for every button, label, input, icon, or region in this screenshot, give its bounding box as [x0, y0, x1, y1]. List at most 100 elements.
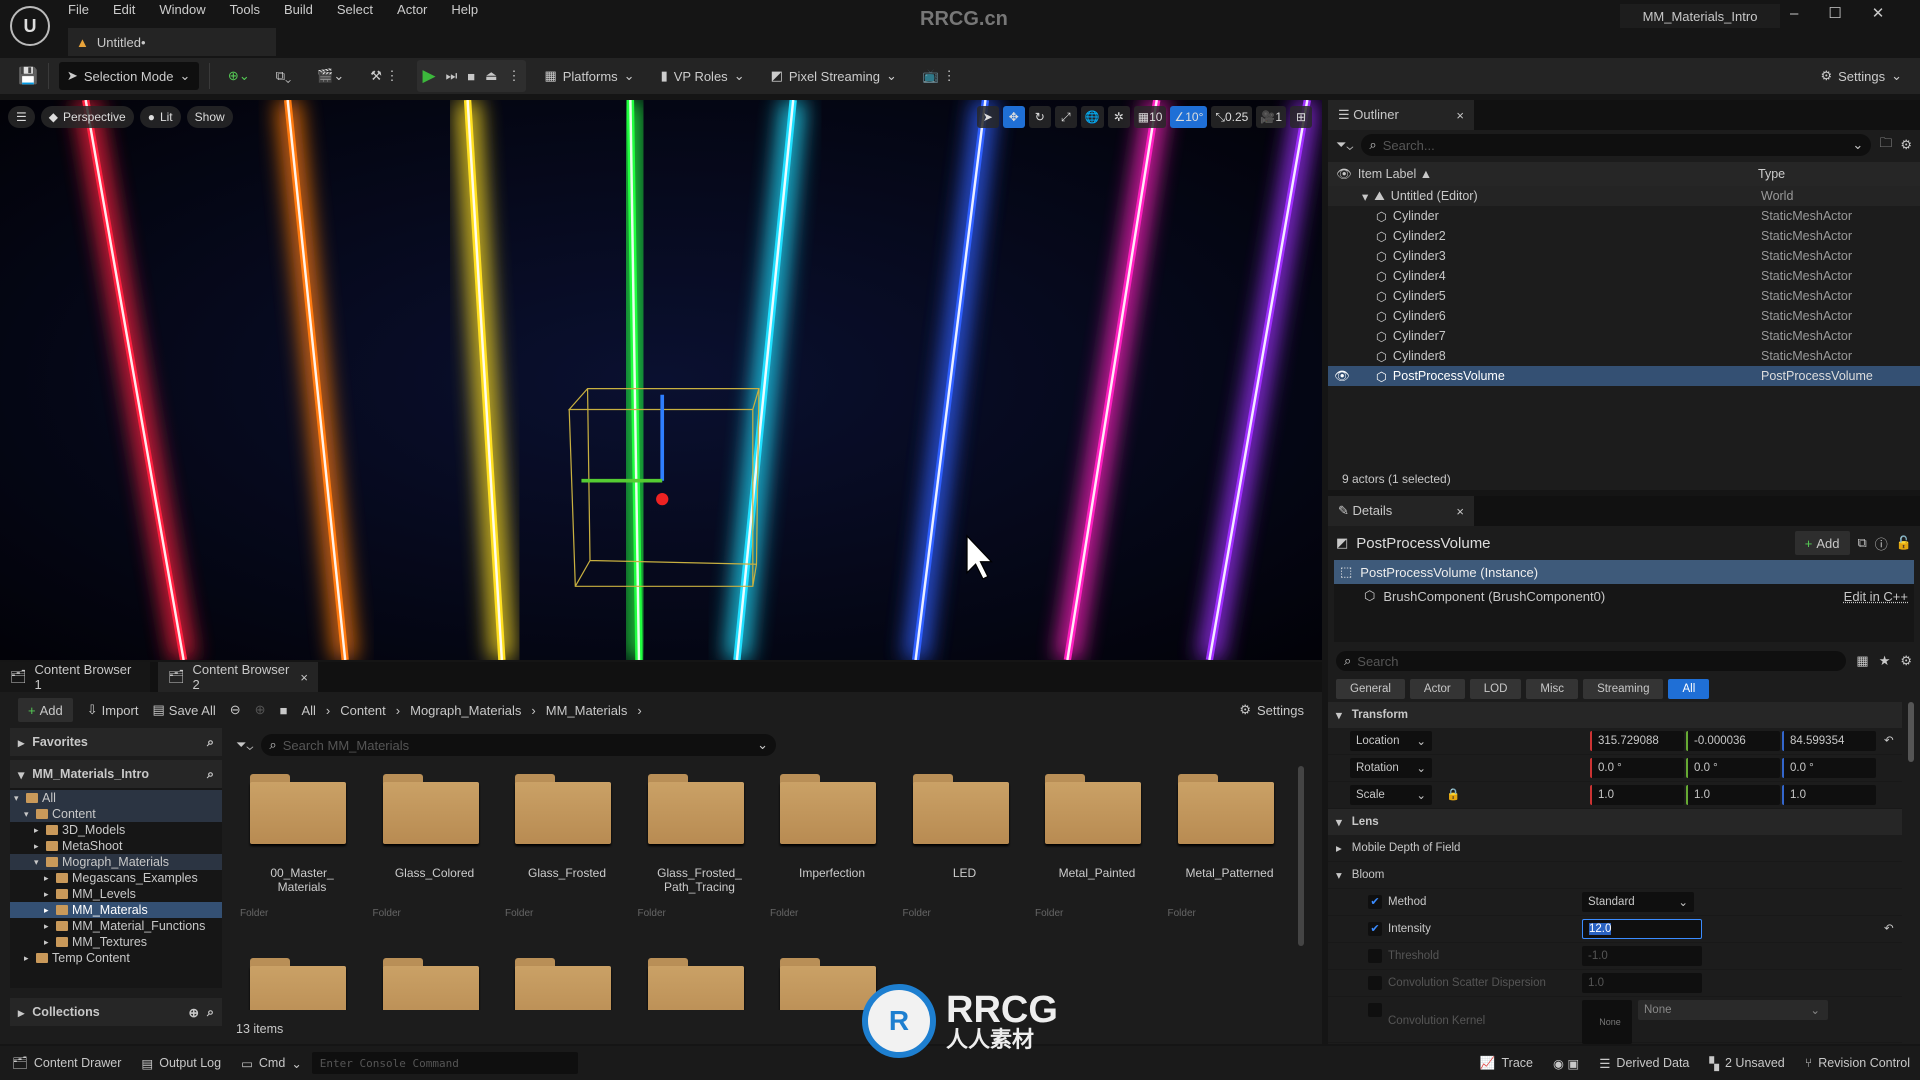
level-tab[interactable]: ▲ Untitled•: [68, 28, 276, 56]
filter-actor[interactable]: Actor: [1409, 679, 1465, 699]
filter-streaming[interactable]: Streaming: [1583, 679, 1664, 699]
details-search-input[interactable]: ⌕ Search: [1336, 651, 1847, 671]
chevron-right-icon[interactable]: ›: [531, 703, 535, 718]
reset-icon[interactable]: ↶: [1884, 733, 1894, 747]
gear-icon[interactable]: ⚙: [1900, 137, 1912, 153]
asset-folder-tile[interactable]: 00_Master_ Materials Folder: [236, 770, 368, 920]
close-icon[interactable]: ×: [300, 670, 308, 685]
output-log-button[interactable]: ▤ Output Log: [131, 1046, 231, 1080]
folder-tree-item[interactable]: ▾ All: [10, 790, 222, 806]
revision-control-button[interactable]: ⑂ Revision Control: [1795, 1046, 1920, 1080]
asset-folder-tile[interactable]: [634, 954, 766, 1010]
blueprint-button[interactable]: ⧉⌄: [268, 62, 299, 90]
outliner-row[interactable]: ⬡ Cylinder6 StaticMeshActor: [1328, 306, 1920, 326]
perspective-button[interactable]: ◆ Perspective: [40, 106, 134, 128]
device-button[interactable]: 📺 ⋮: [915, 62, 964, 90]
search-icon[interactable]: ⌕: [207, 1005, 214, 1020]
menu-window[interactable]: Window: [159, 2, 205, 17]
add-actor-button[interactable]: ⊕⌄: [220, 62, 258, 90]
chevron-right-icon[interactable]: ▸: [44, 873, 52, 884]
gear-icon[interactable]: ⚙: [1900, 653, 1912, 669]
actor-name[interactable]: PostProcessVolume: [1356, 535, 1490, 552]
x-axis-handle[interactable]: [656, 492, 669, 506]
back-icon[interactable]: ⊖: [230, 702, 241, 718]
breadcrumb-item[interactable]: MM_Materials: [546, 703, 628, 718]
vp-roles-dropdown[interactable]: ▮ VP Roles ⌄: [653, 62, 753, 90]
chevron-right-icon[interactable]: ›: [396, 703, 400, 718]
rotation-y-field[interactable]: 0.0 °: [1686, 758, 1780, 778]
collections-section[interactable]: ▸ Collections ⊕ ⌕: [10, 998, 222, 1026]
add-component-button[interactable]: + Add: [1794, 531, 1850, 555]
chevron-down-icon[interactable]: ▾: [24, 809, 32, 820]
location-y-field[interactable]: -0.000036: [1686, 731, 1780, 751]
menu-tools[interactable]: Tools: [230, 2, 260, 17]
method-checkbox[interactable]: ✔: [1368, 895, 1382, 909]
rotation-x-field[interactable]: 0.0 °: [1590, 758, 1684, 778]
save-all-button[interactable]: ▤ Save All: [152, 702, 215, 718]
kernel-dropdown[interactable]: None ⌄: [1638, 1000, 1828, 1020]
unsaved-button[interactable]: ▚ 2 Unsaved: [1699, 1046, 1794, 1080]
search-icon[interactable]: ⌕: [207, 735, 214, 750]
folder-tree-item[interactable]: ▾ Mograph_Materials: [10, 854, 222, 870]
asset-folder-tile[interactable]: [369, 954, 501, 1010]
details-scrollbar[interactable]: [1908, 702, 1914, 762]
table-view-icon[interactable]: ▦: [1856, 653, 1868, 669]
folder-tree-item[interactable]: ▸ Temp Content: [10, 950, 222, 966]
asset-folder-tile[interactable]: [501, 954, 633, 1010]
asset-scrollbar[interactable]: [1298, 766, 1304, 946]
layout-icon[interactable]: ⊞: [1290, 106, 1312, 128]
threshold-field[interactable]: -1.0: [1582, 946, 1702, 966]
select-tool-icon[interactable]: ➤: [976, 106, 999, 128]
filter-misc[interactable]: Misc: [1526, 679, 1579, 699]
add-folder-icon[interactable]: 🗀: [1879, 134, 1892, 156]
method-dropdown[interactable]: Standard ⌄: [1582, 892, 1694, 912]
kernel-thumbnail[interactable]: None: [1582, 1000, 1632, 1044]
location-z-field[interactable]: 84.599354: [1782, 731, 1876, 751]
outliner-row[interactable]: ⬡ Cylinder5 StaticMeshActor: [1328, 286, 1920, 306]
outliner-row[interactable]: ⬡ Cylinder3 StaticMeshActor: [1328, 246, 1920, 266]
chevron-right-icon[interactable]: ▸: [34, 841, 42, 852]
outliner-tab[interactable]: ☰ Outliner ×: [1328, 100, 1474, 130]
breadcrumb-item[interactable]: Mograph_Materials: [410, 703, 521, 718]
cinematics-button[interactable]: 🎬⌄: [309, 62, 352, 90]
kernel-checkbox[interactable]: [1368, 1003, 1382, 1017]
search-icon[interactable]: ⌕: [207, 767, 214, 782]
filter-icon[interactable]: ⏷⌄: [236, 737, 253, 753]
selection-mode-dropdown[interactable]: ➤ Selection Mode ⌄: [58, 62, 199, 90]
folder-tree-item[interactable]: ▸ MM_Material_Functions: [10, 918, 222, 934]
import-button[interactable]: ⇩ Import: [87, 702, 139, 718]
folder-tree-item[interactable]: ▾ Content: [10, 806, 222, 822]
outliner-search-input[interactable]: ⌕ Search... ⌄: [1361, 134, 1872, 156]
outliner-row[interactable]: ⬡ Cylinder StaticMeshActor: [1328, 206, 1920, 226]
menu-select[interactable]: Select: [337, 2, 373, 17]
trace-button[interactable]: 📈 Trace: [1470, 1046, 1543, 1080]
minimize-button[interactable]: –: [1790, 5, 1798, 22]
outliner-root-row[interactable]: ▾ ⛰ Untitled (Editor) World: [1328, 186, 1920, 206]
star-icon[interactable]: ★: [1879, 653, 1891, 669]
asset-folder-tile[interactable]: [236, 954, 368, 1010]
menu-help[interactable]: Help: [451, 2, 478, 17]
project-section[interactable]: ▾ MM_Materials_Intro ⌕: [10, 760, 222, 788]
folder-tree-item[interactable]: ▸ Megascans_Examples: [10, 870, 222, 886]
play-icon[interactable]: ▶: [423, 66, 436, 86]
chevron-down-icon[interactable]: ▾: [14, 793, 22, 804]
menu-build[interactable]: Build: [284, 2, 313, 17]
scale-y-field[interactable]: 1.0: [1686, 785, 1780, 805]
scatter-field[interactable]: 1.0: [1582, 973, 1702, 993]
lens-section[interactable]: ▾ Lens: [1328, 809, 1902, 835]
threshold-checkbox[interactable]: [1368, 949, 1382, 963]
details-tab[interactable]: ✎ Details ×: [1328, 496, 1474, 526]
grid-snap-button[interactable]: ▦ 10: [1133, 106, 1167, 128]
chevron-right-icon[interactable]: ▸: [44, 937, 52, 948]
filter-general[interactable]: General: [1336, 679, 1405, 699]
close-button[interactable]: ✕: [1872, 4, 1885, 22]
add-button[interactable]: + Add: [18, 698, 73, 722]
tab-content-browser-2[interactable]: 🗂 Content Browser 2 ×: [158, 662, 318, 692]
folder-tree-item[interactable]: ▸ 3D_Models: [10, 822, 222, 838]
lit-button[interactable]: ● Lit: [139, 106, 181, 128]
menu-file[interactable]: File: [68, 2, 89, 17]
component-instance-row[interactable]: ⬚ PostProcessVolume (Instance): [1334, 560, 1914, 584]
filter-lod[interactable]: LOD: [1469, 679, 1522, 699]
scale-tool-icon[interactable]: ⤢: [1054, 106, 1077, 128]
scale-z-field[interactable]: 1.0: [1782, 785, 1876, 805]
